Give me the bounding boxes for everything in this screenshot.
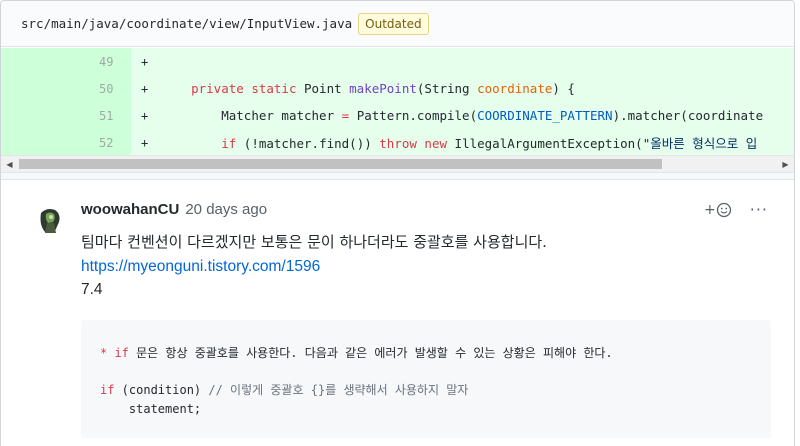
section-reference: 7.4 bbox=[81, 281, 103, 298]
code-decl: Matcher matcher bbox=[221, 108, 342, 123]
diff-line: 49 + bbox=[1, 48, 794, 75]
code-block-line: * if 문은 항상 중괄호를 사용한다. 다음과 같은 에러가 발생할 수 있… bbox=[100, 344, 613, 361]
diff-hunk: 49 + 50 + private static Point makePoint… bbox=[1, 48, 794, 155]
outdated-badge: Outdated bbox=[358, 12, 429, 35]
review-thread: src/main/java/coordinate/view/InputView.… bbox=[0, 0, 795, 446]
diff-marker: + bbox=[141, 81, 149, 96]
quoted-code-block: * if 문은 항상 중괄호를 사용한다. 다음과 같은 에러가 발생할 수 있… bbox=[81, 320, 771, 438]
code-string: "올바른 형식으로 입 bbox=[642, 136, 758, 151]
code-call-rest: ).matcher(coordinate bbox=[612, 108, 764, 123]
more-options-button[interactable]: ··· bbox=[750, 200, 768, 219]
add-reaction-button[interactable]: + bbox=[704, 202, 732, 218]
diff-line: 52 + if (!matcher.find()) throw new Ille… bbox=[1, 129, 794, 155]
line-number[interactable]: 52 bbox=[1, 129, 131, 155]
comment-header: woowahanCU 20 days ago bbox=[81, 201, 267, 218]
code-line: if (!matcher.find()) throw new IllegalAr… bbox=[161, 133, 757, 152]
plus-label: + bbox=[704, 201, 716, 218]
file-header: src/main/java/coordinate/view/InputView.… bbox=[1, 1, 794, 47]
code-exception: IllegalArgumentException( bbox=[447, 136, 643, 151]
horizontal-scrollbar[interactable]: ◀ ▶ bbox=[1, 155, 794, 172]
smiley-icon bbox=[716, 202, 731, 217]
diff-marker: + bbox=[141, 135, 149, 150]
diff-marker: + bbox=[141, 54, 149, 69]
scroll-right-icon[interactable]: ▶ bbox=[777, 156, 794, 172]
bullet-star: * bbox=[100, 346, 115, 360]
code-block-line: if (condition) // 이렇게 중괄호 {}를 생략해서 사용하지 … bbox=[100, 381, 468, 398]
code-keyword: if bbox=[221, 136, 237, 151]
diff-line: 51 + Matcher matcher = Pattern.compile(C… bbox=[1, 102, 794, 129]
line-number[interactable]: 51 bbox=[1, 102, 131, 129]
code-params-close: ) { bbox=[552, 81, 575, 96]
code-call: Pattern.compile( bbox=[349, 108, 478, 123]
rule-text: 문은 항상 중괄호를 사용한다. 다음과 같은 에러가 발생할 수 있는 상황은… bbox=[128, 346, 613, 360]
code-constant: COORDINATE_PATTERN bbox=[477, 108, 613, 123]
avatar[interactable] bbox=[37, 205, 63, 235]
section-divider bbox=[1, 172, 794, 180]
diff-line: 50 + private static Point makePoint(Stri… bbox=[1, 75, 794, 102]
comment-actions: + ··· bbox=[704, 200, 768, 219]
code-comment: // 이렇게 중괄호 {}를 생략해서 사용하지 말자 bbox=[208, 383, 469, 397]
comment-text: 팀마다 컨벤션이 다르겠지만 보통은 문이 하나더라도 중괄호를 사용합니다. bbox=[81, 233, 547, 251]
file-path-link[interactable]: src/main/java/coordinate/view/InputView.… bbox=[21, 16, 352, 31]
code-function-name: makePoint bbox=[349, 81, 417, 96]
scroll-left-icon[interactable]: ◀ bbox=[1, 156, 18, 172]
code-keyword: private static bbox=[191, 81, 297, 96]
review-comment: woowahanCU 20 days ago + ··· 팀마다 컨벤션이 다르… bbox=[1, 180, 794, 446]
code-condition: (!matcher.find()) bbox=[236, 136, 380, 151]
code-type: Point bbox=[296, 81, 350, 96]
code-params-open: (String bbox=[416, 81, 478, 96]
reference-link[interactable]: https://myeonguni.tistory.com/1596 bbox=[81, 258, 320, 276]
code-parameter: coordinate bbox=[477, 81, 553, 96]
code-line: private static Point makePoint(String co… bbox=[161, 81, 575, 96]
diff-marker: + bbox=[141, 108, 149, 123]
code-keyword: throw new bbox=[379, 136, 448, 151]
condition-text: (condition) bbox=[114, 383, 209, 397]
code-line: Matcher matcher = Pattern.compile(COORDI… bbox=[161, 108, 763, 123]
keyword-if: if bbox=[114, 346, 129, 360]
line-number[interactable]: 49 bbox=[1, 48, 131, 75]
comment-timestamp[interactable]: 20 days ago bbox=[185, 201, 267, 218]
code-block-line: statement; bbox=[100, 402, 202, 416]
scrollbar-thumb[interactable] bbox=[19, 159, 662, 169]
line-number[interactable]: 50 bbox=[1, 75, 131, 102]
author-name[interactable]: woowahanCU bbox=[81, 201, 179, 218]
keyword-if: if bbox=[100, 383, 115, 397]
